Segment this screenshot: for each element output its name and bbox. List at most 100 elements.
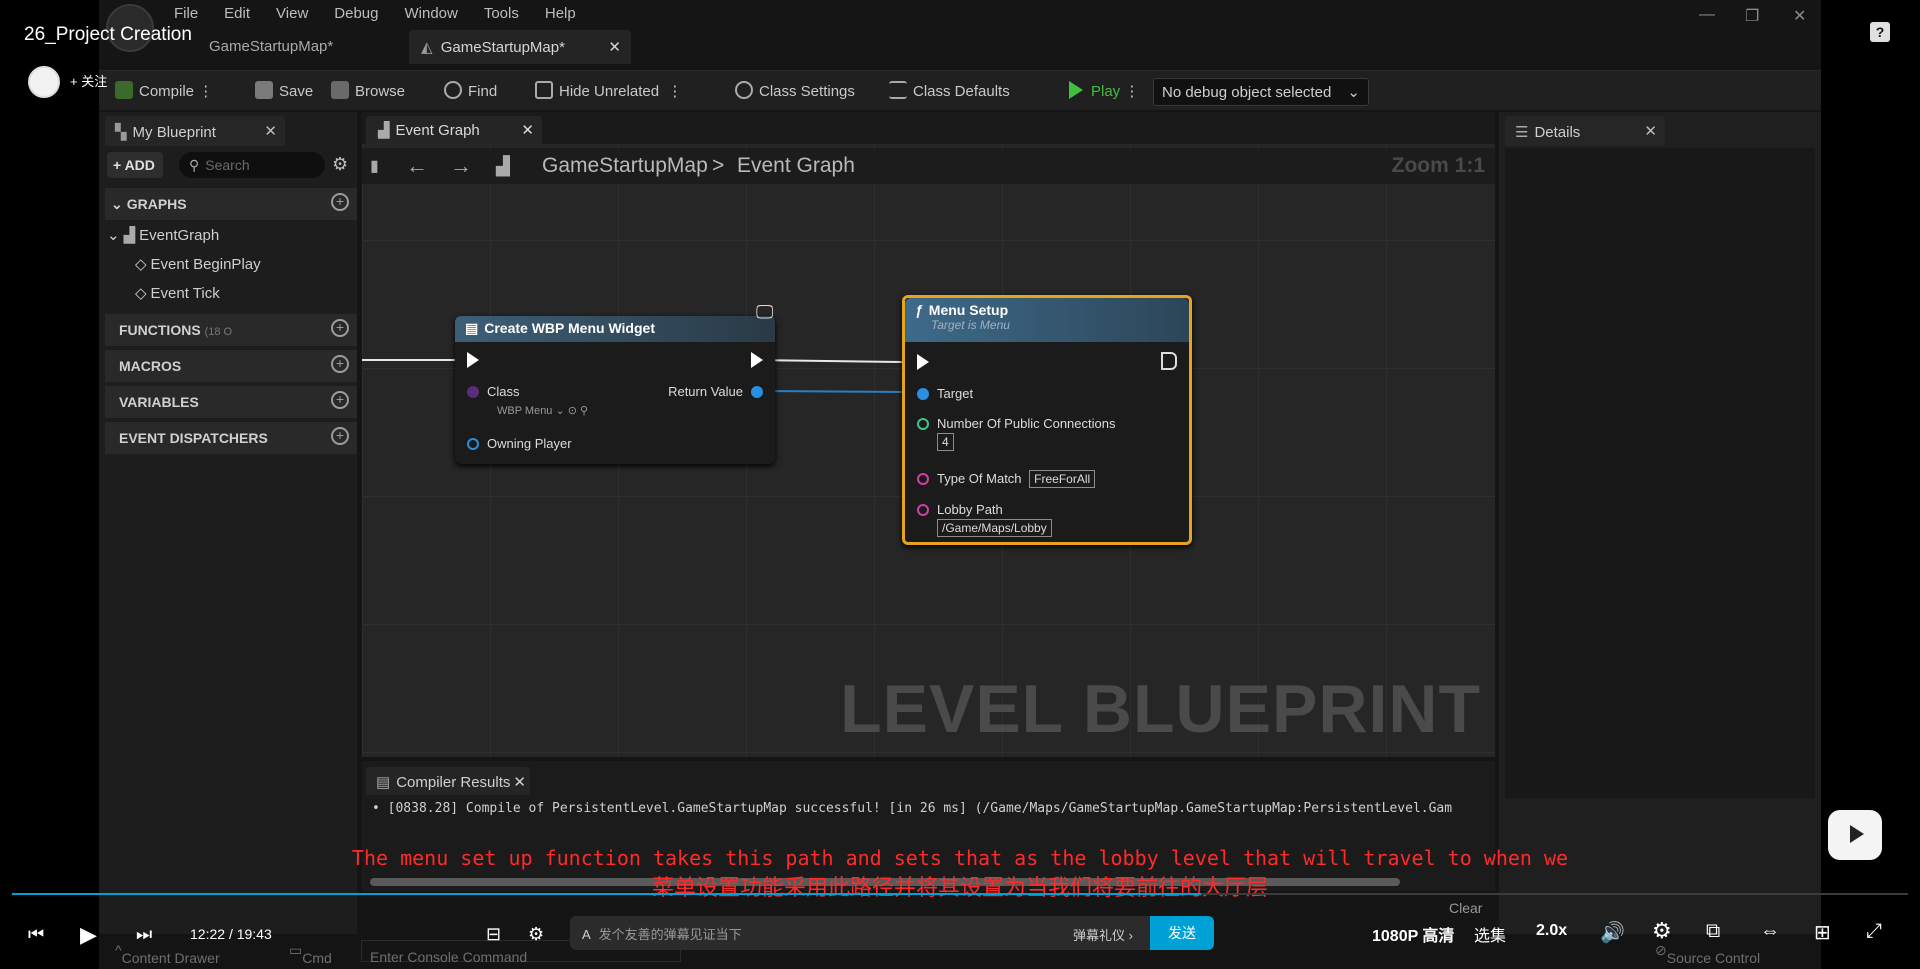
volume-icon[interactable]: 🔊	[1600, 920, 1625, 945]
tree-event-graph-label: EventGraph	[139, 227, 220, 244]
lobby-path-row[interactable]: Lobby Path /Game/Maps/Lobby	[917, 502, 1052, 537]
close-window-icon[interactable]: ✕	[1793, 6, 1806, 26]
progress-bar[interactable]	[12, 893, 1908, 895]
type-of-match-pin[interactable]	[917, 473, 929, 485]
lobby-path-pin[interactable]	[917, 504, 929, 516]
restore-icon[interactable]: ❐	[1745, 6, 1759, 26]
doc-tab-1[interactable]: GameStartupMap*	[197, 30, 345, 64]
menu-file[interactable]: File	[174, 5, 198, 22]
class-defaults-button[interactable]: Class Defaults	[889, 81, 1010, 100]
add-button[interactable]: + ADD	[107, 152, 163, 178]
menu-edit[interactable]: Edit	[224, 5, 250, 22]
doc-tab-close-icon[interactable]: ✕	[608, 38, 621, 56]
exec-out-pin[interactable]	[751, 352, 763, 368]
lobby-path-input[interactable]: /Game/Maps/Lobby	[937, 519, 1052, 537]
episodes-button[interactable]: 选集	[1474, 922, 1506, 946]
my-blueprint-tab[interactable]: ▚ My Blueprint ✕	[105, 116, 285, 146]
class-pin-row[interactable]: Class	[467, 384, 520, 399]
menu-tools[interactable]: Tools	[484, 5, 519, 22]
owning-player-pin[interactable]	[467, 438, 479, 450]
back-arrow-icon[interactable]: ←	[406, 153, 428, 179]
doc-tab-2[interactable]: ◭ GameStartupMap* ✕	[409, 30, 631, 64]
crumb-root[interactable]: GameStartupMap	[542, 154, 708, 178]
add-function-icon[interactable]: +	[331, 319, 349, 337]
section-macros[interactable]: MACROS +	[105, 350, 357, 382]
hide-unrelated-button[interactable]: Hide Unrelated ⋮	[535, 81, 682, 100]
event-graph-tab[interactable]: ▟ Event Graph ✕	[366, 116, 542, 144]
browse-button[interactable]: Browse	[331, 81, 405, 100]
speed-button[interactable]: 2.0x	[1536, 922, 1567, 940]
type-of-match-row[interactable]: Type Of Match FreeForAll	[917, 470, 1096, 488]
widescreen-icon[interactable]: ⇔	[1760, 920, 1780, 943]
play-button[interactable]: Play ⋮	[1069, 81, 1139, 100]
add-variable-icon[interactable]: +	[331, 391, 349, 409]
section-functions[interactable]: FUNCTIONS (18 O +	[105, 314, 357, 346]
tree-event-tick[interactable]: ◇ Event Tick	[135, 284, 220, 302]
tree-event-graph[interactable]: ⌄ ▟ EventGraph	[107, 226, 219, 244]
add-dispatcher-icon[interactable]: +	[331, 427, 349, 445]
search-input[interactable]: ⚲ Search	[179, 152, 325, 178]
danmaku-settings-icon[interactable]: ⚙	[528, 924, 544, 945]
menu-debug[interactable]: Debug	[334, 5, 378, 22]
section-variables[interactable]: VARIABLES +	[105, 386, 357, 418]
tree-event-beginplay[interactable]: ◇ Event BeginPlay	[135, 255, 261, 273]
num-connections-row[interactable]: Number Of Public Connections 4	[917, 416, 1115, 451]
next-icon[interactable]: ⏭	[136, 924, 152, 945]
danmaku-input[interactable]: A 发个友善的弹幕见证当下	[570, 916, 1150, 950]
settings-gear-icon[interactable]: ⚙	[332, 154, 348, 175]
add-graph-icon[interactable]: +	[331, 193, 349, 211]
danmaku-toggle-icon[interactable]: ⊟	[486, 924, 501, 945]
close-icon[interactable]: ✕	[1644, 122, 1657, 140]
class-settings-button[interactable]: Class Settings	[735, 81, 855, 100]
close-icon[interactable]: ✕	[521, 121, 534, 139]
avatar[interactable]	[28, 66, 60, 98]
details-tab[interactable]: ☰ Details ✕	[1505, 116, 1665, 146]
section-graphs[interactable]: ⌄ GRAPHS +	[105, 188, 357, 220]
menu-view[interactable]: View	[276, 5, 308, 22]
exec-out-pin[interactable]	[1161, 352, 1177, 370]
menu-help[interactable]: Help	[545, 5, 576, 22]
quality-button[interactable]: 1080P 高清	[1372, 922, 1454, 946]
num-connections-pin[interactable]	[917, 418, 929, 430]
play-icon[interactable]: ▶	[80, 922, 97, 948]
exec-in-pin[interactable]	[917, 354, 929, 370]
section-event-dispatchers[interactable]: EVENT DISPATCHERS +	[105, 422, 357, 454]
forward-arrow-icon[interactable]: →	[450, 153, 472, 179]
event-graph-canvas[interactable]: ▟ Event Graph ✕ ▮ ← → ▟ GameStartupMap > …	[362, 112, 1495, 757]
return-value-pin[interactable]	[751, 386, 763, 398]
compiler-results-tab[interactable]: ▤ Compiler Results ✕	[366, 767, 530, 795]
return-value-row[interactable]: Return Value	[668, 384, 763, 399]
previous-icon[interactable]: ⏮	[28, 924, 44, 945]
close-icon[interactable]: ✕	[513, 773, 526, 791]
fullscreen-icon[interactable]: ⤢	[1866, 920, 1882, 943]
debug-object-dropdown[interactable]: No debug object selected ⌄	[1153, 78, 1369, 106]
help-icon[interactable]: ?	[1870, 22, 1890, 42]
exec-in-pin[interactable]	[467, 352, 479, 368]
web-fullscreen-icon[interactable]: ⊞	[1814, 920, 1831, 945]
follow-button[interactable]: + 关注	[70, 71, 107, 90]
send-button[interactable]: 发送	[1150, 916, 1214, 950]
class-pin[interactable]	[467, 386, 479, 398]
add-macro-icon[interactable]: +	[331, 355, 349, 373]
bookmark-icon[interactable]: ▮	[370, 156, 379, 176]
node-menu-setup[interactable]: ƒ Menu Setup Target is Menu Target Number…	[902, 295, 1192, 545]
menu-window[interactable]: Window	[404, 5, 457, 22]
compile-button[interactable]: Compile ⋮	[115, 81, 213, 100]
picture-in-picture-icon[interactable]: ⧉	[1706, 920, 1720, 943]
close-icon[interactable]: ✕	[264, 122, 277, 140]
settings-gear-icon[interactable]: ⚙	[1652, 918, 1672, 944]
danmaku-etiquette-link[interactable]: 弹幕礼仪 ›	[1073, 925, 1133, 944]
target-row[interactable]: Target	[917, 386, 973, 401]
class-select[interactable]: WBP Menu ⌄ ⊙ ⚲	[497, 404, 588, 417]
subtitle-chinese: 菜单设置功能采用此路径并将其设置为当我们将要前往的大厅层	[651, 875, 1268, 900]
video-frame[interactable]: File Edit View Debug Window Tools Help —…	[99, 0, 1821, 969]
node-create-widget[interactable]: ▤ Create WBP Menu Widget Class WBP Menu ⌄…	[455, 316, 775, 464]
owning-player-row[interactable]: Owning Player	[467, 436, 572, 451]
minimize-icon[interactable]: —	[1699, 6, 1715, 24]
target-pin[interactable]	[917, 388, 929, 400]
find-icon	[444, 81, 462, 99]
find-button[interactable]: Find	[444, 81, 497, 100]
num-connections-input[interactable]: 4	[937, 433, 954, 451]
save-button[interactable]: Save	[255, 81, 313, 100]
type-of-match-input[interactable]: FreeForAll	[1029, 470, 1096, 488]
